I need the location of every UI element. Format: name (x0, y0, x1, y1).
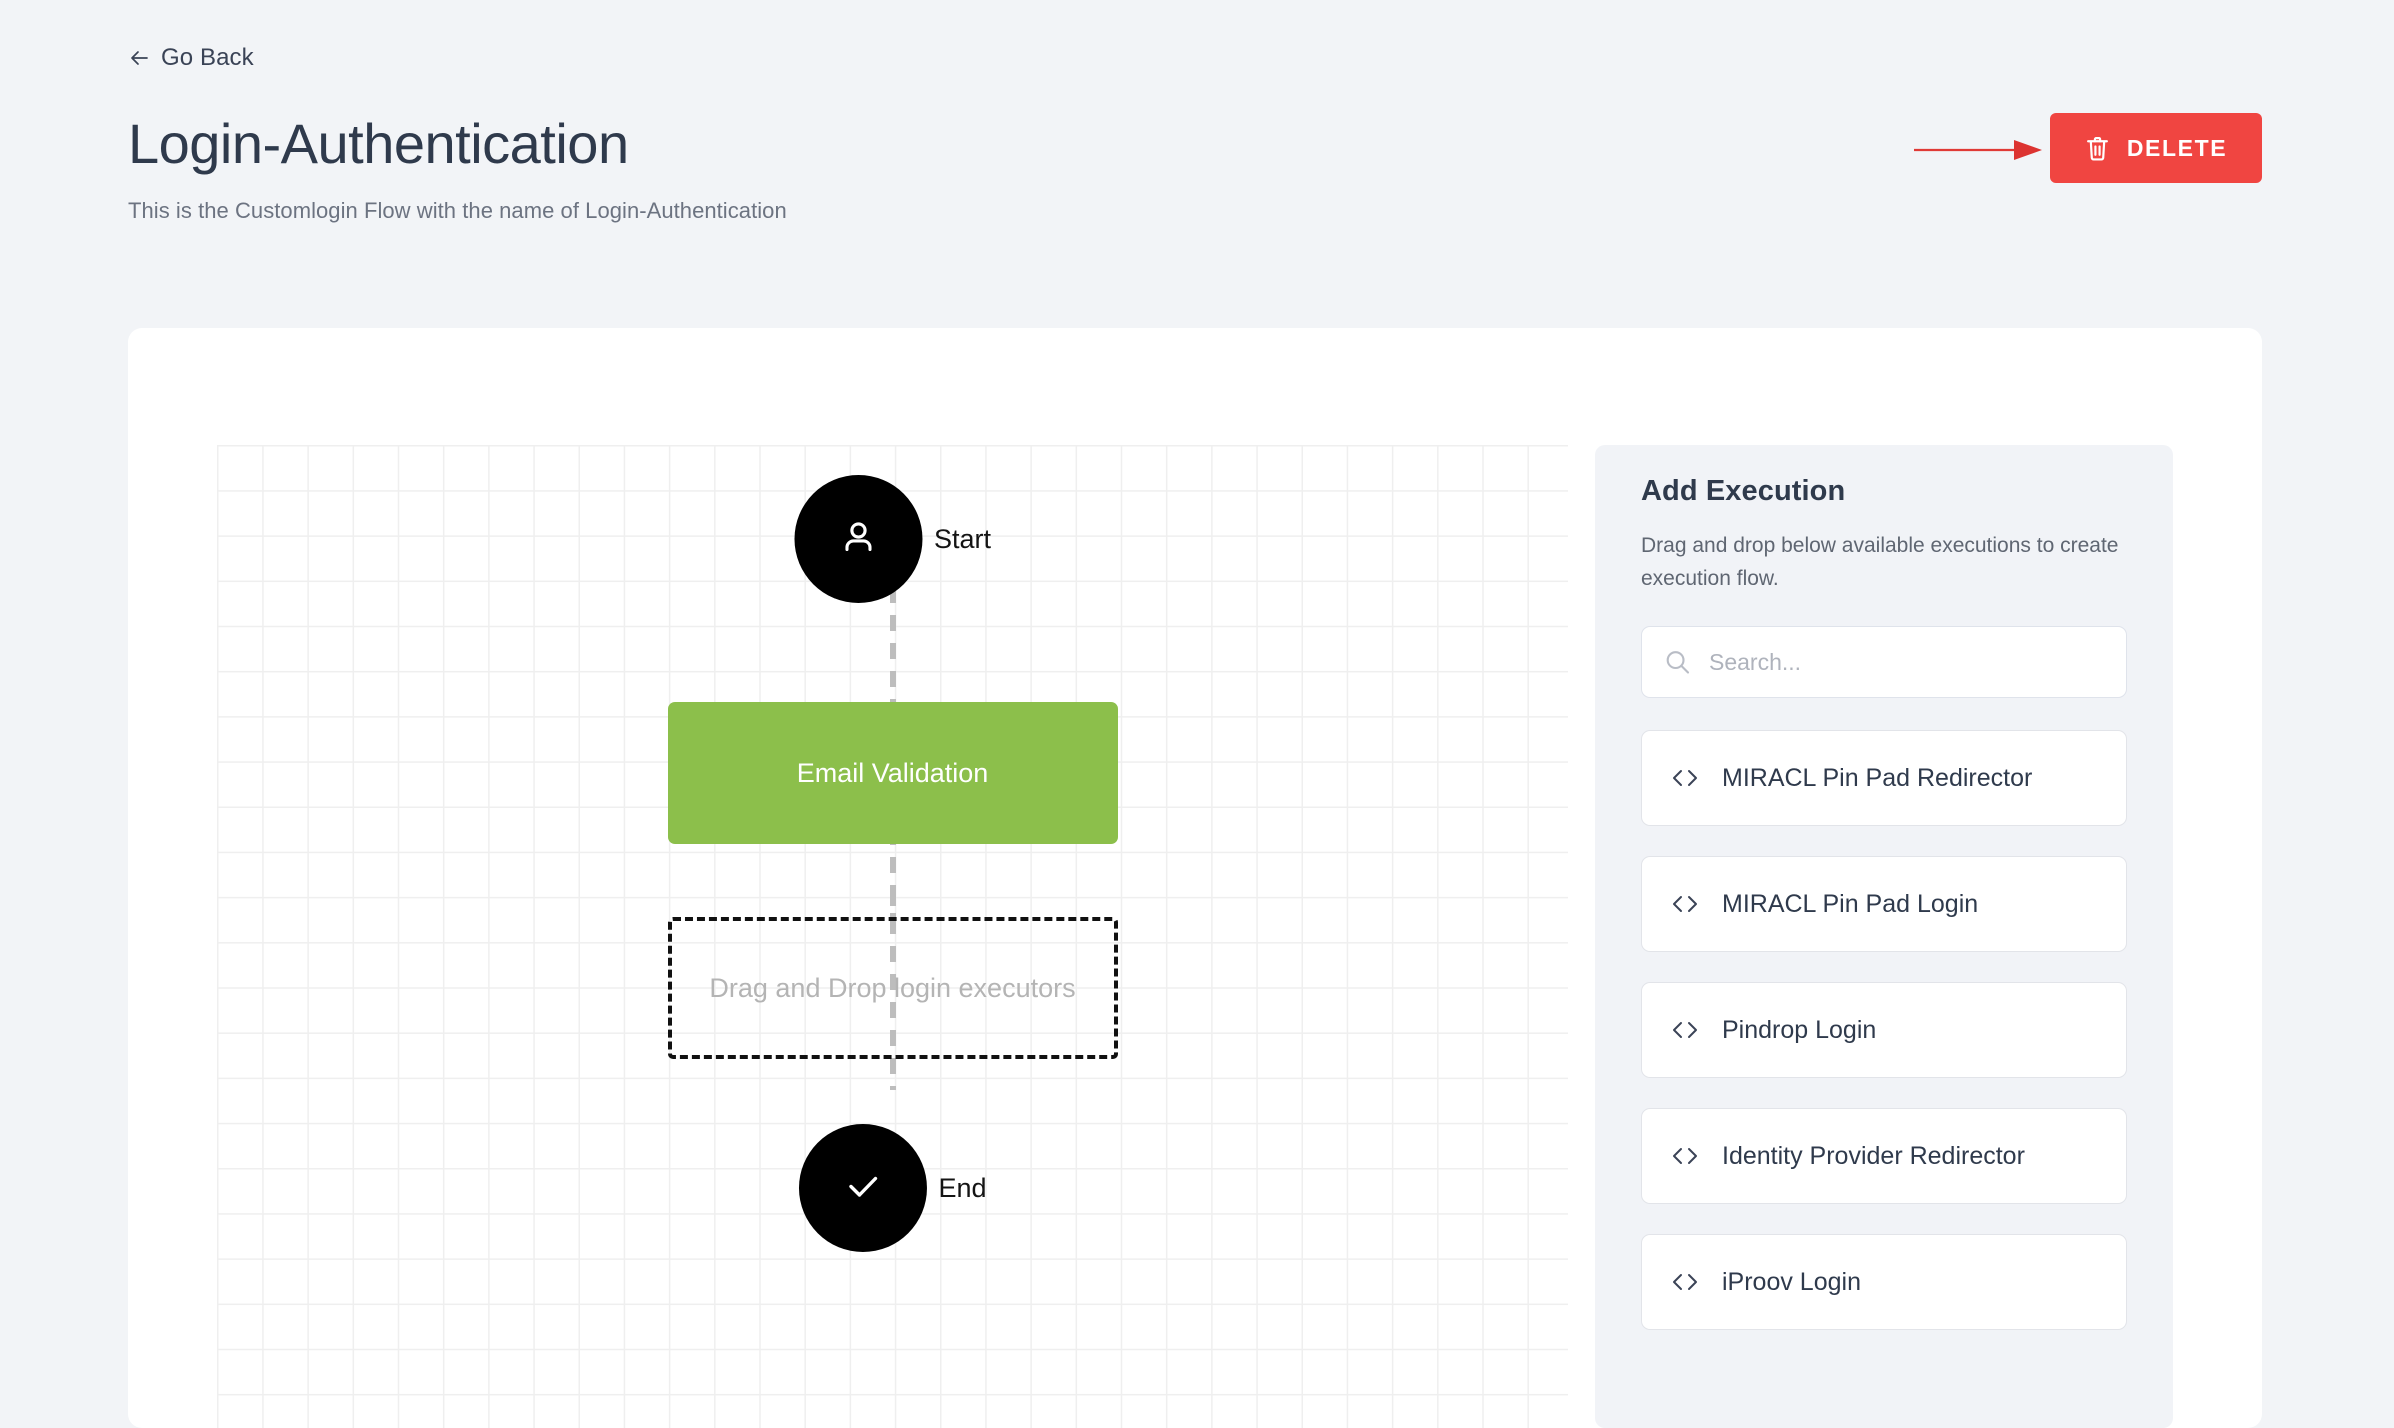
trash-icon (2085, 135, 2110, 162)
code-icon (1670, 1272, 1700, 1292)
flow-dropzone[interactable]: Drag and Drop login executors (667, 917, 1118, 1059)
execution-list-item[interactable]: MIRACL Pin Pad Login (1641, 856, 2127, 953)
arrow-left-icon (128, 47, 150, 69)
flow-node-start[interactable]: Start (793, 475, 992, 603)
code-icon (1670, 1146, 1700, 1166)
dropzone-label: Drag and Drop login executors (709, 972, 1076, 1003)
start-node-circle[interactable] (793, 475, 922, 603)
panel-title: Add Execution (1641, 475, 1846, 507)
flow-node-email-validation[interactable]: Email Validation (667, 702, 1118, 844)
delete-button-label: DELETE (2126, 134, 2228, 161)
email-validation-label: Email Validation (796, 757, 989, 788)
execution-item-label: iProov Login (1722, 1267, 1861, 1296)
code-icon (1670, 1020, 1700, 1040)
execution-list-item[interactable]: iProov Login (1641, 1234, 2127, 1331)
end-node-circle[interactable] (798, 1124, 927, 1252)
check-icon (838, 1162, 886, 1215)
go-back-label: Go Back (161, 44, 254, 71)
flow-editor-card: Start Email Validation Drag and Drop log… (128, 328, 2262, 1428)
add-execution-panel: Add Execution Drag and drop below availa… (1595, 445, 2173, 1428)
user-icon (836, 515, 880, 564)
execution-list-item[interactable]: MIRACL Pin Pad Redirector (1641, 730, 2127, 827)
page-subtitle: This is the Customlogin Flow with the na… (128, 198, 787, 223)
flow-node-end[interactable]: End (798, 1124, 987, 1252)
code-icon (1670, 768, 1700, 788)
code-icon (1670, 894, 1700, 914)
search-field-wrapper (1641, 626, 2127, 699)
search-input[interactable] (1641, 626, 2127, 699)
flow-canvas[interactable]: Start Email Validation Drag and Drop log… (217, 445, 1568, 1428)
start-node-label: Start (933, 523, 992, 554)
execution-item-label: MIRACL Pin Pad Redirector (1722, 763, 2033, 792)
go-back-link[interactable]: Go Back (128, 44, 254, 72)
delete-button[interactable]: DELETE (2050, 113, 2262, 183)
execution-list-item[interactable]: Pindrop Login (1641, 982, 2127, 1079)
panel-description: Drag and drop below available executions… (1641, 534, 2119, 590)
execution-list: MIRACL Pin Pad Redirector MIRACL Pin Pad… (1641, 730, 2127, 1331)
end-node-label: End (938, 1172, 987, 1203)
execution-item-label: MIRACL Pin Pad Login (1722, 889, 1979, 918)
execution-item-label: Identity Provider Redirector (1722, 1141, 2025, 1170)
page-header: Go Back Login-Authentication This is the… (0, 0, 2394, 224)
execution-list-item[interactable]: Identity Provider Redirector (1641, 1108, 2127, 1205)
execution-item-label: Pindrop Login (1722, 1015, 1877, 1044)
